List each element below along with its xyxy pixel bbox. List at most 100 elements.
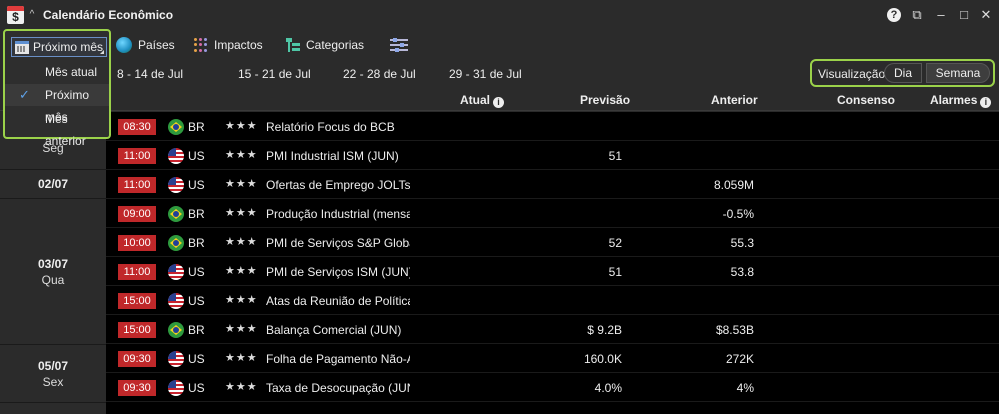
minimize-icon[interactable]: – xyxy=(933,7,949,23)
col-previous[interactable]: Anterior xyxy=(711,93,758,107)
toolbar: Países Impactos Categorias xyxy=(0,31,999,59)
period-tab[interactable]: 15 - 21 de Jul xyxy=(238,67,311,81)
popout-icon[interactable]: ⧉ xyxy=(909,7,925,23)
impact-stars: ★★★ xyxy=(225,120,258,132)
categories-button[interactable]: Categorias xyxy=(286,35,364,55)
brazil-flag-icon xyxy=(168,206,184,222)
date-label: 02/07 xyxy=(37,177,69,191)
impacts-button[interactable]: Impactos xyxy=(194,35,263,55)
menu-item-next-month[interactable]: ✓ Próximo mês xyxy=(5,84,109,124)
event-country: US xyxy=(188,294,205,308)
brazil-flag-icon xyxy=(168,119,184,135)
event-previous: 272K xyxy=(725,352,754,366)
date-group: 03/07 Qua xyxy=(0,199,106,345)
event-forecast: 51 xyxy=(608,265,622,279)
table-row[interactable]: 15:00 US ★★★ Atas da Reunião de Política Mo… xyxy=(106,286,999,315)
table-row[interactable]: 09:00 BR ★★★ Produção Industrial (mensal) -0… xyxy=(106,199,999,228)
dropdown-caret-icon xyxy=(100,50,104,54)
event-time: 09:30 xyxy=(118,380,156,396)
col-actual[interactable]: Atual i xyxy=(460,93,504,108)
table-row[interactable]: 09:30 US ★★★ Taxa de Desocupação (JUN) 4.0% 4… xyxy=(106,373,999,402)
event-time: 08:30 xyxy=(118,119,156,135)
period-select-button[interactable]: Próximo mês xyxy=(11,37,107,57)
event-country: US xyxy=(188,352,205,366)
view-week-toggle[interactable]: Semana xyxy=(926,63,990,83)
event-name: Ofertas de Emprego JOLTs (MAI) xyxy=(266,178,410,192)
title-bar: $ ^ Calendário Econômico ? ⧉ – □ ✕ xyxy=(0,0,999,31)
period-select-label: Próximo mês xyxy=(33,40,104,54)
col-alarms[interactable]: Alarmes i xyxy=(930,93,992,108)
event-previous: 55.3 xyxy=(730,236,754,250)
us-flag-icon xyxy=(168,293,184,309)
app-icon: $ xyxy=(7,6,24,24)
impacts-label: Impactos xyxy=(214,38,263,52)
weekday-label: Qua xyxy=(41,272,65,287)
impact-stars: ★★★ xyxy=(225,294,258,306)
event-country: US xyxy=(188,178,205,192)
event-name: Produção Industrial (mensal) xyxy=(266,207,410,221)
table-row[interactable]: 08:30 BR ★★★ Relatório Focus do BCB xyxy=(106,112,999,141)
event-name: PMI de Serviços ISM (JUN) xyxy=(266,265,410,279)
categories-label: Categorias xyxy=(306,38,365,52)
period-tab[interactable]: 22 - 28 de Jul xyxy=(343,67,416,81)
countries-button[interactable]: Países xyxy=(116,35,175,55)
table-row[interactable]: 09:30 US ★★★ Folha de Pagamento Não-Agrícol… xyxy=(106,344,999,373)
period-tab[interactable]: 8 - 14 de Jul xyxy=(117,67,183,81)
table-header: Atual i Previsão Anterior Consenso Alarme… xyxy=(0,87,999,111)
us-flag-icon xyxy=(168,148,184,164)
event-country: BR xyxy=(188,120,205,134)
help-icon[interactable]: ? xyxy=(887,8,901,22)
brazil-flag-icon xyxy=(168,322,184,338)
event-time: 09:30 xyxy=(118,351,156,367)
sliders-icon xyxy=(390,38,408,52)
date-label: 03/07 xyxy=(37,256,69,271)
table-row[interactable]: 15:00 BR ★★★ Balança Comercial (JUN) $ 9.2B $… xyxy=(106,315,999,344)
maximize-icon[interactable]: □ xyxy=(956,7,972,23)
col-consensus[interactable]: Consenso xyxy=(837,93,895,107)
event-forecast: 52 xyxy=(608,236,622,250)
us-flag-icon xyxy=(168,177,184,193)
menu-item-previous-month[interactable]: Mês anterior xyxy=(5,108,109,148)
us-flag-icon xyxy=(168,264,184,280)
event-time: 09:00 xyxy=(118,206,156,222)
info-icon[interactable]: i xyxy=(980,97,992,108)
event-name: PMI Industrial ISM (JUN) xyxy=(266,149,399,163)
window-title: Calendário Econômico xyxy=(43,8,174,22)
chevron-up-icon[interactable]: ^ xyxy=(26,8,38,22)
table-row[interactable]: 11:00 US ★★★ Ofertas de Emprego JOLTs (MAI)… xyxy=(106,170,999,199)
category-tree-icon xyxy=(286,38,300,52)
event-previous: $8.53B xyxy=(715,323,754,337)
event-time: 15:00 xyxy=(118,322,156,338)
col-forecast[interactable]: Previsão xyxy=(580,93,630,107)
menu-item-current-month[interactable]: Mês atual xyxy=(5,61,109,83)
event-country: BR xyxy=(188,236,205,250)
impact-stars: ★★★ xyxy=(225,323,258,335)
event-previous: 53.8 xyxy=(730,265,754,279)
table-row[interactable]: 11:00 US ★★★ PMI de Serviços ISM (JUN) 51 53.… xyxy=(106,257,999,286)
impact-stars: ★★★ xyxy=(225,236,258,248)
date-group: 05/07 Sex xyxy=(0,345,106,403)
impact-stars: ★★★ xyxy=(225,178,258,190)
event-time: 11:00 xyxy=(118,177,156,193)
event-time: 10:00 xyxy=(118,235,156,251)
event-time: 15:00 xyxy=(118,293,156,309)
impact-dots-icon xyxy=(194,38,208,52)
date-group: 02/07 xyxy=(0,170,106,199)
info-icon[interactable]: i xyxy=(493,97,504,108)
column-settings-button[interactable] xyxy=(390,35,408,55)
date-column: Seg 02/07 03/07 Qua 05/07 Sex xyxy=(0,112,106,414)
table-row[interactable]: 10:00 BR ★★★ PMI de Serviços S&P Global 52 55… xyxy=(106,228,999,257)
event-name: Folha de Pagamento Não-Agrícola xyxy=(266,352,410,366)
view-day-toggle[interactable]: Dia xyxy=(884,63,922,83)
event-forecast: 160.0K xyxy=(583,352,622,366)
us-flag-icon xyxy=(168,380,184,396)
impact-stars: ★★★ xyxy=(225,352,258,364)
check-icon: ✓ xyxy=(19,87,30,102)
close-icon[interactable]: ✕ xyxy=(978,7,994,23)
weekday-label: Sex xyxy=(42,374,64,389)
visualization-label: Visualização: xyxy=(818,67,889,81)
table-row[interactable]: 11:00 US ★★★ PMI Industrial ISM (JUN) 51 xyxy=(106,141,999,170)
period-tab[interactable]: 29 - 31 de Jul xyxy=(449,67,522,81)
event-name: Atas da Reunião de Política Monetária xyxy=(266,294,410,308)
event-previous: -0.5% xyxy=(722,207,754,221)
